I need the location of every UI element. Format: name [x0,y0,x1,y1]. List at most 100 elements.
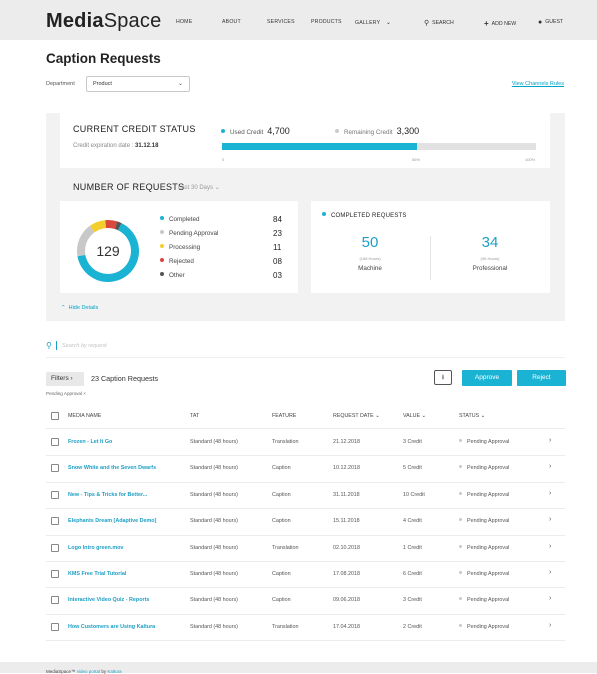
donut-slice-processing [89,220,107,233]
col-feature[interactable]: FEATURE [272,413,296,419]
table-row[interactable]: Elephants Dream [Adaptive Demo] Standard … [0,508,597,534]
legend-dot [160,244,164,248]
credit-status-title: CURRENT CREDIT STATUS [73,124,196,134]
tick-0: 0 [222,157,225,162]
row-checkbox[interactable] [51,517,59,526]
date-cell: 17.08.2018 [333,571,360,577]
mediaspace-logo[interactable]: MediaSpace [46,10,161,33]
media-name-link[interactable]: Logo Intro green.mov [68,545,123,551]
footer-text: MediaSpace™ video portal by Kaltura [46,669,122,674]
table-row[interactable]: KMS Free Trial Tutorial Standard (48 hour… [0,561,597,587]
nav-home[interactable]: HOME [176,19,192,25]
filters-button[interactable]: Filters › [46,372,84,386]
media-name-link[interactable]: Interactive Video Quiz - Reports [68,597,149,603]
status-cell: Pending Approval [459,518,509,524]
chevron-right-icon[interactable]: › [549,569,551,576]
search-requests-input[interactable] [62,340,362,351]
media-name-link[interactable]: Frozen - Let It Go [68,439,112,445]
row-checkbox[interactable] [51,622,59,631]
professional-hours: (96 Hours) [480,256,500,261]
legend-dot [160,230,164,234]
date-range-select[interactable]: Last 30 Days ⌄ [178,184,220,191]
guest-menu[interactable]: ● GUEST [538,19,563,26]
nav-gallery[interactable]: GALLERY ⌄ [355,19,391,26]
table-row[interactable]: Interactive Video Quiz - Reports Standard… [0,587,597,613]
professional-count: 34 [481,234,499,251]
add-new-button[interactable]: + ADD NEW [484,19,516,28]
status-cell: Pending Approval [459,571,509,577]
value-cell: 5 Credit [403,465,422,472]
tat-cell: Standard (48 hours) [190,465,238,472]
tat-cell: Standard (48 hours) [190,623,238,630]
status-legend-other: Other [160,272,185,279]
search-cursor [56,341,57,350]
media-name-link[interactable]: New - Tips & Tricks for Better... [68,492,147,498]
download-button[interactable]: ⭳ [434,370,452,385]
status-value: 23 [273,229,282,238]
legend-label: Other [169,272,185,279]
credit-progress-fill [222,143,417,150]
row-checkbox[interactable] [51,490,59,499]
row-divider [46,640,565,642]
user-icon: ● [538,19,543,26]
approve-button[interactable]: Approve [462,370,512,386]
row-checkbox[interactable] [51,543,59,552]
kaltura-link[interactable]: Kaltura [107,669,121,674]
status-dot [459,623,462,627]
page-title: Caption Requests [46,51,161,66]
hide-details-link[interactable]: ⌃ Hide Details [61,305,98,311]
chevron-right-icon[interactable]: › [549,622,551,629]
nav-about[interactable]: ABOUT [222,19,241,25]
video-portal-link[interactable]: video portal [77,669,100,674]
view-channels-rules-link[interactable]: View Channels Rules [512,81,564,87]
col-tat[interactable]: TAT [190,413,199,419]
chevron-right-icon[interactable]: › [549,543,551,550]
media-name-link[interactable]: How Customers are Using Kaltura [68,624,155,630]
search-nav-button[interactable]: ⚲ SEARCH [424,19,454,27]
chevron-right-icon[interactable]: › [549,516,551,523]
chevron-right-icon[interactable]: › [549,490,551,497]
table-row[interactable]: How Customers are Using Kaltura Standard … [0,614,597,640]
department-select[interactable]: Product ⌄ [86,76,190,92]
nav-products[interactable]: PRODUCTS [311,19,342,25]
active-filter-chip[interactable]: Pending Approval × [46,391,86,396]
col-request-date[interactable]: REQUEST DATE ⌄ [333,413,380,419]
chevron-down-icon: ⌄ [385,20,392,26]
chevron-up-icon: ⌃ [61,305,66,311]
close-icon[interactable]: × [83,391,86,396]
chevron-right-icon[interactable]: › [549,437,551,444]
used-dot [221,129,225,133]
row-checkbox[interactable] [51,438,59,446]
requests-title: NUMBER OF REQUESTS [73,182,185,192]
col-status[interactable]: STATUS ⌄ [459,413,485,419]
row-checkbox[interactable] [51,570,59,578]
col-media-name[interactable]: MEDIA NAME [68,413,101,419]
table-row[interactable]: New - Tips & Tricks for Better... Standar… [0,482,597,508]
chevron-right-icon[interactable]: › [549,595,551,602]
feature-cell: Caption [272,597,291,604]
chevron-right-icon[interactable]: › [549,463,551,470]
requests-count: 23 Caption Requests [91,374,159,383]
media-name-link[interactable]: KMS Free Trial Tutorial [68,571,126,577]
value-cell: 1 Credit [403,544,422,551]
select-all-checkbox[interactable] [51,412,59,420]
chevron-down-icon: ⌄ [177,81,183,87]
tat-cell: Standard (48 hours) [190,491,238,498]
credit-status-card [60,113,550,168]
donut-slice-other [114,221,122,231]
reject-button[interactable]: Reject [517,370,566,386]
chevron-down-icon: ⌄ [375,413,380,419]
table-row[interactable]: Snow White and the Seven Dwarfs Standard … [0,455,597,481]
status-cell: Pending Approval [459,439,509,445]
donut-slice-pending-approval [77,225,95,257]
table-row[interactable]: Logo Intro green.mov Standard (48 hours) T… [0,535,597,561]
media-name-link[interactable]: Snow White and the Seven Dwarfs [68,465,156,471]
table-row[interactable]: Frozen - Let It Go Standard (48 hours) Tra… [0,429,597,455]
media-name-link[interactable]: Elephants Dream [Adaptive Demo] [68,518,156,524]
col-value[interactable]: VALUE ⌄ [403,413,426,419]
nav-services[interactable]: SERVICES [267,19,295,25]
row-checkbox[interactable] [51,596,59,605]
machine-label: Machine [358,265,382,272]
row-checkbox[interactable] [51,464,59,473]
status-legend-pending-approval: Pending Approval [160,230,218,237]
